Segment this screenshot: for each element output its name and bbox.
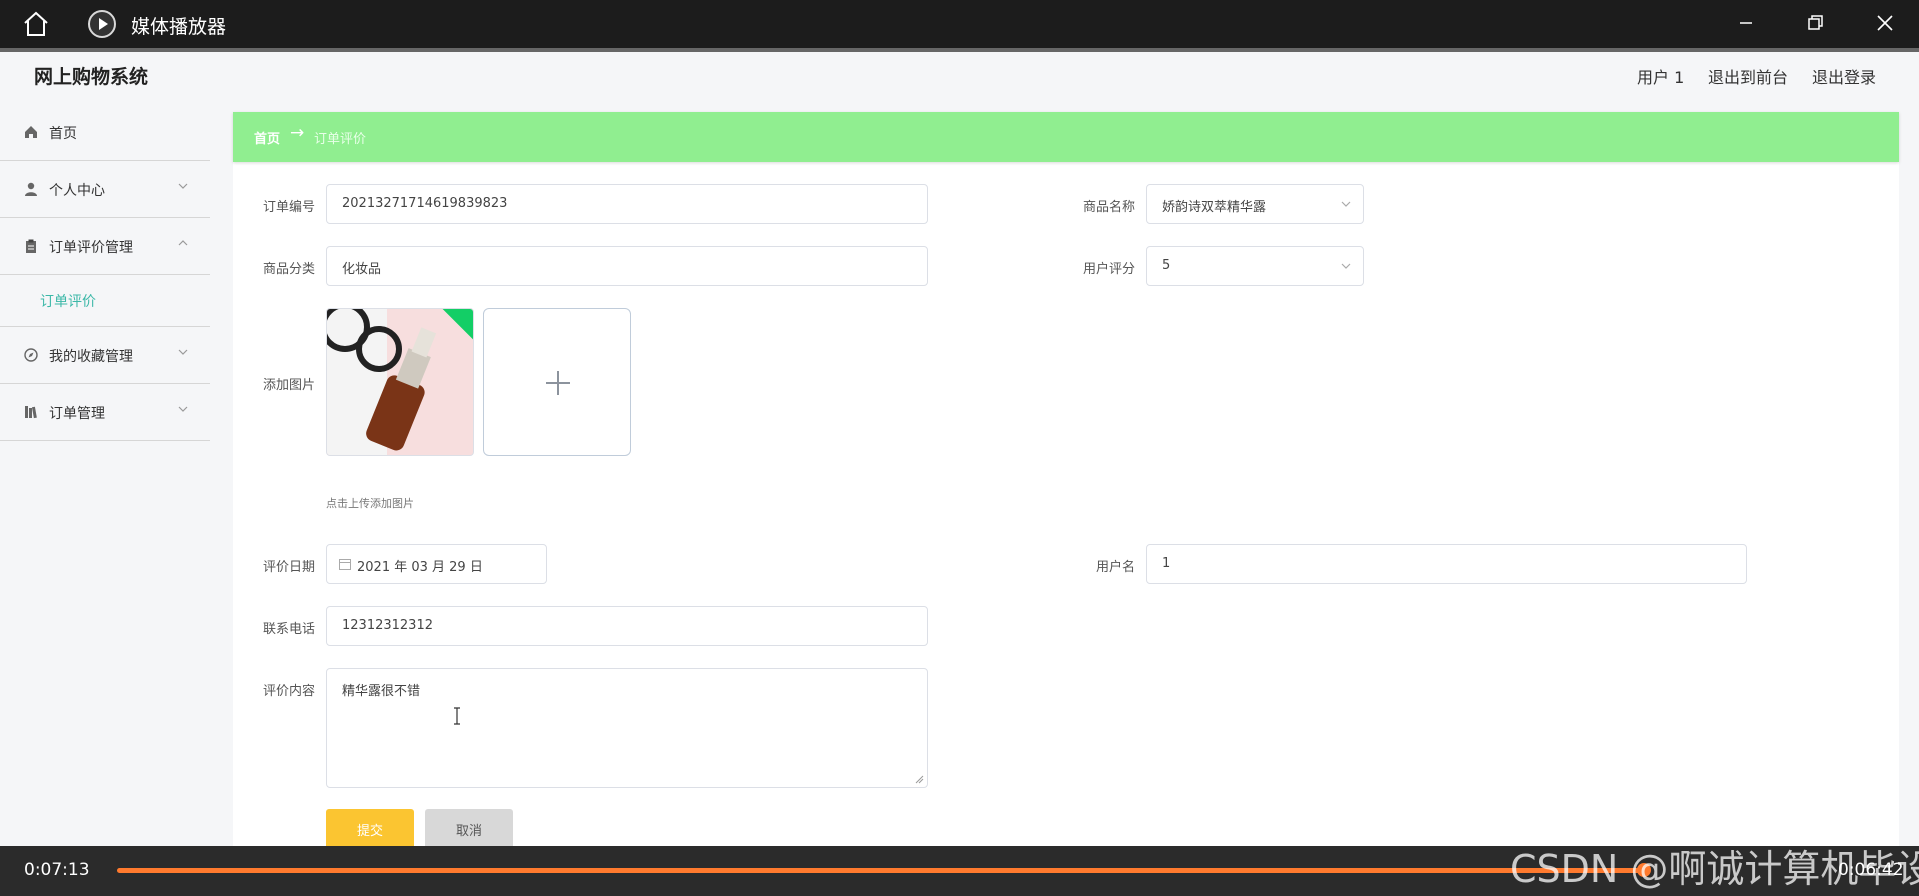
- breadcrumb-arrow: →: [290, 123, 305, 143]
- date-label: 评价日期: [262, 560, 315, 575]
- category-label: 商品分类: [262, 262, 315, 277]
- main-content: 首页 → 订单评价 订单编号 20213271714619839823 商品名称…: [233, 112, 1899, 855]
- minimize-icon[interactable]: [1731, 8, 1761, 38]
- order-no-label: 订单编号: [262, 200, 315, 215]
- compass-icon: [24, 348, 38, 362]
- calendar-icon: [339, 559, 351, 570]
- uploaded-image-thumbnail[interactable]: [326, 308, 474, 456]
- rating-select[interactable]: 5: [1146, 246, 1364, 286]
- sidebar: 首页 个人中心 订单评价管理 订单评价 我的收藏管理 订单管理: [0, 104, 210, 441]
- sidebar-item-order-review-management[interactable]: 订单评价管理: [0, 218, 210, 275]
- home-icon[interactable]: [22, 11, 50, 37]
- phone-input[interactable]: 12312312312: [326, 606, 928, 646]
- product-name-select[interactable]: 娇韵诗双萃精华露: [1146, 184, 1364, 224]
- app-header: 网上购物系统 用户 1 退出到前台 退出登录: [0, 48, 1919, 104]
- order-no-input[interactable]: 20213271714619839823: [326, 184, 928, 224]
- sidebar-subitem-order-review[interactable]: 订单评价: [0, 275, 210, 327]
- product-name-value: 娇韵诗双萃精华露: [1162, 200, 1267, 215]
- chevron-down-icon: [178, 183, 188, 189]
- web-app: 网上购物系统 用户 1 退出到前台 退出登录 首页 个人中心 订单评价管理 订单…: [0, 48, 1919, 855]
- sidebar-item-label: 我的收藏管理: [49, 349, 133, 365]
- current-time: 0:07:13: [24, 860, 90, 880]
- resize-handle-icon[interactable]: [914, 774, 924, 784]
- chevron-up-icon: [178, 240, 188, 246]
- rating-value: 5: [1162, 258, 1171, 273]
- serum-bottle-image: [327, 309, 473, 455]
- sidebar-item-order-management[interactable]: 订单管理: [0, 384, 210, 441]
- chevron-down-icon: [1341, 263, 1351, 269]
- clipboard-icon: [26, 239, 36, 253]
- user-link[interactable]: 用户 1: [1637, 64, 1684, 88]
- plus-icon: [557, 371, 559, 395]
- sidebar-item-label: 个人中心: [49, 183, 105, 199]
- close-icon[interactable]: [1870, 8, 1900, 38]
- upload-tip: 点击上传添加图片: [326, 497, 414, 510]
- username-input[interactable]: 1: [1146, 544, 1747, 584]
- home-icon: [25, 126, 37, 138]
- content-textarea[interactable]: 精华露很不错: [326, 668, 928, 788]
- text-cursor-icon: [454, 707, 460, 725]
- category-input[interactable]: 化妆品: [326, 246, 928, 286]
- sidebar-item-favorites-management[interactable]: 我的收藏管理: [0, 327, 210, 384]
- breadcrumb: 首页 → 订单评价: [233, 112, 1899, 162]
- player-titlebar: 媒体播放器: [0, 0, 1919, 48]
- site-title: 网上购物系统: [34, 66, 149, 88]
- phone-label: 联系电话: [262, 622, 315, 637]
- progress-bar[interactable]: [117, 868, 1642, 873]
- date-value: 2021 年 03 月 29 日: [357, 560, 483, 575]
- sidebar-item-home[interactable]: 首页: [0, 104, 210, 161]
- image-label: 添加图片: [262, 378, 315, 393]
- sidebar-subitem-label: 订单评价: [40, 294, 96, 310]
- restore-icon[interactable]: [1800, 8, 1830, 38]
- chevron-down-icon: [178, 349, 188, 355]
- add-image-button[interactable]: [483, 308, 631, 456]
- watermark: CSDN @啊诚计算机毕设: [1510, 847, 1919, 891]
- chevron-down-icon: [1341, 201, 1351, 207]
- rating-label: 用户评分: [1082, 262, 1135, 277]
- product-name-label: 商品名称: [1082, 200, 1135, 215]
- sidebar-item-personal-center[interactable]: 个人中心: [0, 161, 210, 218]
- exit-to-front-link[interactable]: 退出到前台: [1708, 64, 1788, 88]
- media-player-icon: [88, 10, 116, 38]
- logout-link[interactable]: 退出登录: [1812, 64, 1876, 88]
- player-title: 媒体播放器: [131, 16, 227, 38]
- user-icon: [25, 182, 37, 196]
- books-icon: [25, 406, 37, 419]
- sidebar-item-label: 订单管理: [49, 406, 105, 422]
- sidebar-item-label: 订单评价管理: [49, 240, 133, 256]
- content-label: 评价内容: [262, 684, 315, 699]
- chevron-down-icon: [178, 406, 188, 412]
- username-label: 用户名: [1095, 560, 1135, 575]
- date-picker[interactable]: 2021 年 03 月 29 日: [326, 544, 547, 584]
- breadcrumb-home[interactable]: 首页: [254, 128, 280, 147]
- breadcrumb-current: 订单评价: [314, 132, 367, 147]
- sidebar-item-label: 首页: [49, 126, 77, 142]
